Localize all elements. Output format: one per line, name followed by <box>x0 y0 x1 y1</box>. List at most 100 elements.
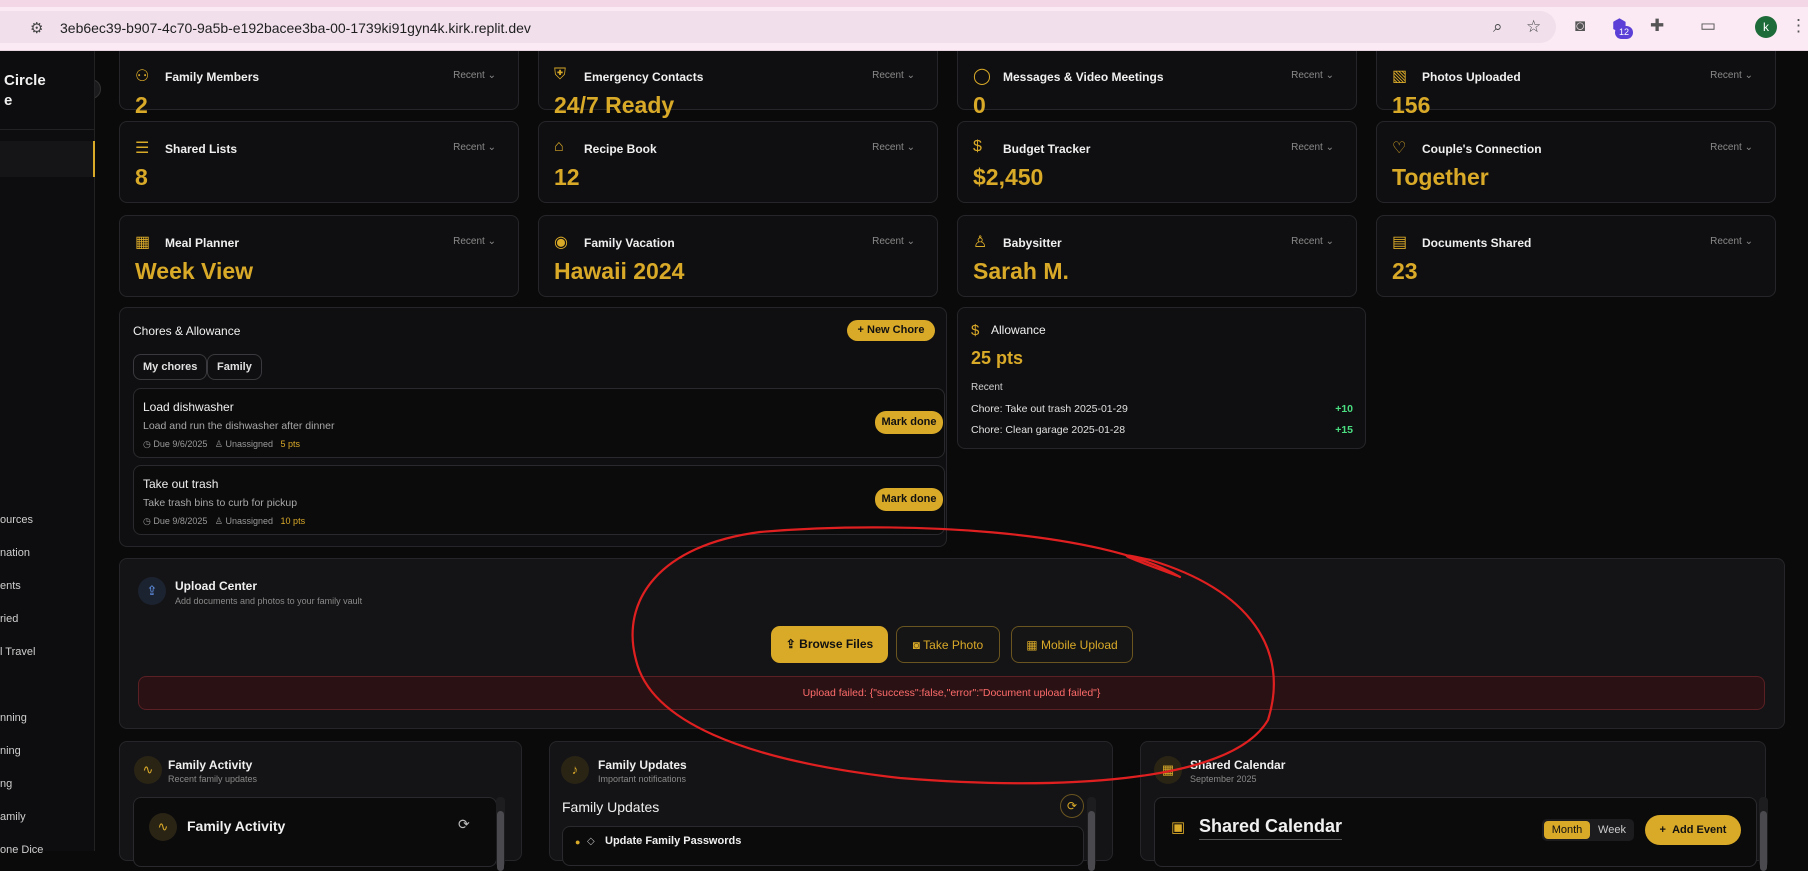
chef-hat-icon: ⌂ <box>554 138 564 155</box>
chevron-down-icon: ⌄ <box>487 70 496 81</box>
upload-center-card: ⇪ Upload Center Add documents and photos… <box>119 558 1785 729</box>
stat-card[interactable]: ▤ Documents Shared Recent ⌄ 23 <box>1376 215 1776 297</box>
take-photo-button[interactable]: ◙ Take Photo <box>896 626 1000 663</box>
sidebar-item[interactable]: nning <box>0 712 27 724</box>
puzzle-icon[interactable]: ✚ <box>1650 16 1664 36</box>
recent-dropdown[interactable]: Recent ⌄ <box>872 142 915 153</box>
updates-subtitle: Important notifications <box>598 774 687 784</box>
stat-card[interactable]: ⌂ Recipe Book Recent ⌄ 12 <box>538 121 938 203</box>
tab-search-icon[interactable]: ▭ <box>1700 16 1716 36</box>
sidebar-item[interactable]: ents <box>0 580 21 592</box>
activity-icon: ∿ <box>134 756 162 784</box>
brand-line-2: e <box>4 92 13 109</box>
refresh-button[interactable]: ⟳ <box>1060 794 1084 818</box>
document-icon: ▤ <box>1392 234 1408 251</box>
recent-dropdown[interactable]: Recent ⌄ <box>1291 142 1334 153</box>
browse-files-label: Browse Files <box>799 637 874 651</box>
chores-card: Chores & Allowance + New Chore My chores… <box>119 307 947 547</box>
list-icon: ☰ <box>135 140 150 157</box>
chevron-down-icon: ⌄ <box>487 142 496 153</box>
recent-label: Recent <box>1710 236 1742 247</box>
bookmark-star-icon[interactable]: ☆ <box>1526 17 1541 37</box>
lock-icon: ◇ <box>587 836 595 847</box>
tab-family[interactable]: Family <box>207 354 262 380</box>
recent-dropdown[interactable]: Recent ⌄ <box>453 142 496 153</box>
stat-card[interactable]: ♙ Babysitter Recent ⌄ Sarah M. <box>957 215 1357 297</box>
recent-dropdown[interactable]: Recent ⌄ <box>872 70 915 81</box>
recent-dropdown[interactable]: Recent ⌄ <box>453 70 496 81</box>
stat-title: Documents Shared <box>1422 236 1532 250</box>
sidebar-item[interactable]: ning <box>0 745 21 757</box>
stat-title: Emergency Contacts <box>584 70 704 84</box>
scrollbar[interactable] <box>496 797 505 871</box>
extension-badge: 12 <box>1615 26 1634 39</box>
chevron-down-icon: ⌄ <box>906 70 915 81</box>
calendar-subtitle: September 2025 <box>1190 774 1257 784</box>
address-bar[interactable]: ⚙ 3eb6ec39-b907-4c70-9a5b-e192bacee3ba-0… <box>0 11 1556 43</box>
month-view-button[interactable]: Month <box>1544 821 1590 839</box>
mark-done-button[interactable]: Mark done <box>875 488 943 511</box>
recent-dropdown[interactable]: Recent ⌄ <box>1291 70 1334 81</box>
stat-card[interactable]: ◉ Family Vacation Recent ⌄ Hawaii 2024 <box>538 215 938 297</box>
sidebar-item-active[interactable] <box>0 141 95 177</box>
tab-my-chores[interactable]: My chores <box>133 354 208 380</box>
recent-dropdown[interactable]: Recent ⌄ <box>1710 142 1753 153</box>
stat-card[interactable]: ▦ Meal Planner Recent ⌄ Week View <box>119 215 519 297</box>
family-activity-card: ∿ Family Activity Recent family updates … <box>119 741 522 871</box>
sidebar-item[interactable]: ources <box>0 514 33 526</box>
chore-points: 5 pts <box>280 439 301 449</box>
image-icon: ▧ <box>1392 68 1408 85</box>
menu-icon[interactable]: ⋮ <box>1790 16 1807 36</box>
sidebar-item[interactable]: one Dice <box>0 844 43 856</box>
stat-card[interactable]: ♡ Couple's Connection Recent ⌄ Together <box>1376 121 1776 203</box>
chat-icon: ◯ <box>973 68 991 85</box>
refresh-icon[interactable]: ⟳ <box>458 816 470 833</box>
scrollbar[interactable] <box>1759 797 1768 871</box>
stat-value: 8 <box>135 164 148 190</box>
stat-card[interactable]: $ Budget Tracker Recent ⌄ $2,450 <box>957 121 1357 203</box>
update-item: ● ◇ Update Family Passwords <box>562 826 1084 866</box>
upload-subtitle: Add documents and photos to your family … <box>175 596 363 606</box>
sidebar-item[interactable]: amily <box>0 811 26 823</box>
sidebar-item[interactable]: ried <box>0 613 18 625</box>
new-chore-label: New Chore <box>867 324 925 336</box>
stat-value: Hawaii 2024 <box>554 258 685 284</box>
zoom-icon[interactable]: ⌕ <box>1493 17 1503 37</box>
scrollbar[interactable] <box>1087 797 1096 871</box>
add-event-button[interactable]: + Add Event <box>1645 815 1741 845</box>
chevron-down-icon: ⌄ <box>1744 142 1753 153</box>
stat-title: Family Members <box>165 70 260 84</box>
heart-icon: ♡ <box>1392 140 1407 157</box>
allowance-entry: Chore: Clean garage 2025-01-28 <box>971 424 1126 436</box>
mobile-upload-label: Mobile Upload <box>1040 638 1118 652</box>
site-settings-icon[interactable]: ⚙ <box>30 19 43 37</box>
week-view-button[interactable]: Week <box>1592 821 1632 839</box>
sidebar-item[interactable]: nation <box>0 547 30 559</box>
recent-dropdown[interactable]: Recent ⌄ <box>1710 236 1753 247</box>
recent-label: Recent <box>1710 70 1742 81</box>
recent-dropdown[interactable]: Recent ⌄ <box>1710 70 1753 81</box>
recent-dropdown[interactable]: Recent ⌄ <box>872 236 915 247</box>
browse-files-button[interactable]: ⇪ Browse Files <box>771 626 888 663</box>
camera-icon[interactable]: ◙ <box>1575 16 1585 36</box>
recent-dropdown[interactable]: Recent ⌄ <box>1291 236 1334 247</box>
chevron-down-icon: ⌄ <box>906 236 915 247</box>
stat-value: $2,450 <box>973 164 1044 190</box>
stat-value: 12 <box>554 164 580 190</box>
upload-icon: ⇪ <box>138 577 166 605</box>
person-icon: ♙ <box>214 516 226 526</box>
mark-done-button[interactable]: Mark done <box>875 411 943 434</box>
mobile-upload-button[interactable]: ▦ Mobile Upload <box>1011 626 1133 663</box>
new-chore-button[interactable]: + New Chore <box>847 320 935 341</box>
sidebar-item[interactable]: l Travel <box>0 646 35 658</box>
chore-desc: Take trash bins to curb for pickup <box>143 497 298 509</box>
stat-title: Budget Tracker <box>1003 142 1091 156</box>
sidebar-divider <box>0 129 95 130</box>
chore-item: Take out trash Take trash bins to curb f… <box>133 465 945 535</box>
avatar[interactable]: k <box>1755 16 1777 38</box>
stat-title: Couple's Connection <box>1422 142 1542 156</box>
sidebar-item[interactable]: ng <box>0 778 12 790</box>
calendar-icon: ▣ <box>1171 819 1186 836</box>
recent-dropdown[interactable]: Recent ⌄ <box>453 236 496 247</box>
stat-card[interactable]: ☰ Shared Lists Recent ⌄ 8 <box>119 121 519 203</box>
